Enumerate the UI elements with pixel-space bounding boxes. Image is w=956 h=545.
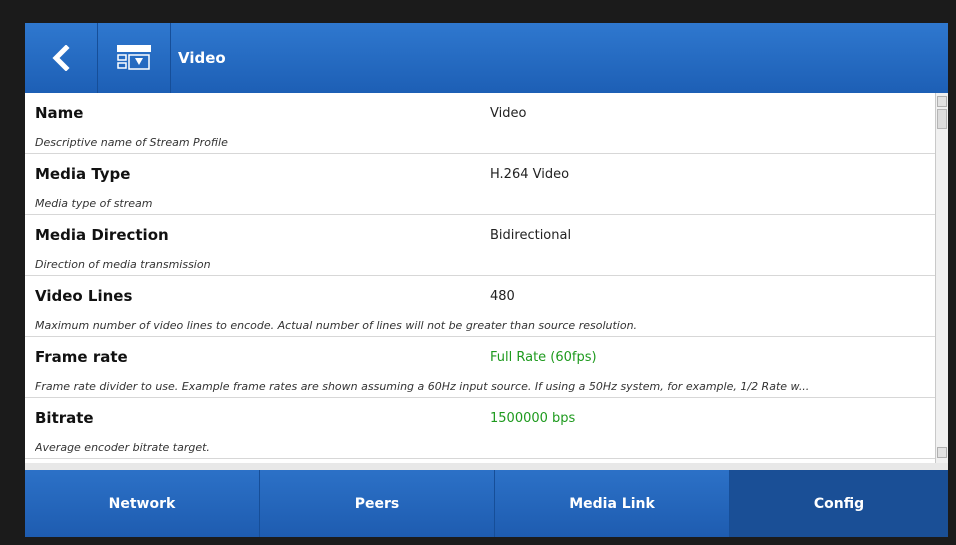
setting-label: Bitrate — [35, 409, 94, 427]
setting-description: Maximum number of video lines to encode.… — [35, 319, 638, 332]
scroll-down-button[interactable] — [937, 447, 947, 458]
window-frame-right — [948, 23, 956, 537]
setting-row-bitrate[interactable]: Bitrate 1500000 bps Average encoder bitr… — [25, 398, 935, 459]
stream-profile-icon — [117, 45, 151, 70]
nav-network-button[interactable]: Network — [25, 470, 260, 537]
back-button[interactable] — [25, 23, 97, 93]
setting-value[interactable]: Bidirectional — [490, 228, 571, 243]
setting-row-media-type[interactable]: Media Type H.264 Video Media type of str… — [25, 154, 935, 215]
header-separator — [170, 23, 171, 93]
setting-label: Media Type — [35, 165, 131, 183]
window-frame-bottom — [0, 537, 956, 545]
setting-label: Name — [35, 104, 84, 122]
setting-row-video-lines[interactable]: Video Lines 480 Maximum number of video … — [25, 276, 935, 337]
window-frame-left — [0, 23, 25, 537]
scroll-thumb[interactable] — [937, 109, 947, 129]
setting-value[interactable]: H.264 Video — [490, 167, 569, 182]
setting-label: Media Direction — [35, 226, 169, 244]
setting-value[interactable]: Video — [490, 106, 526, 121]
nav-media-link-button[interactable]: Media Link — [495, 470, 730, 537]
setting-label: Video Lines — [35, 287, 133, 305]
nav-config-button[interactable]: Config — [730, 470, 948, 537]
header-bar: Video — [25, 23, 948, 93]
nav-peers-button[interactable]: Peers — [260, 470, 495, 537]
setting-description: Direction of media transmission — [35, 258, 211, 271]
content-divider — [25, 463, 948, 470]
setting-value[interactable]: 480 — [490, 289, 515, 304]
setting-description: Average encoder bitrate target. — [35, 441, 210, 454]
setting-row-media-direction[interactable]: Media Direction Bidirectional Direction … — [25, 215, 935, 276]
setting-description: Frame rate divider to use. Example frame… — [35, 380, 810, 393]
scroll-up-button[interactable] — [937, 96, 947, 107]
setting-row-frame-rate[interactable]: Frame rate Full Rate (60fps) Frame rate … — [25, 337, 935, 398]
setting-label: Frame rate — [35, 348, 128, 366]
setting-description: Descriptive name of Stream Profile — [35, 136, 228, 149]
vertical-scrollbar[interactable] — [935, 93, 948, 463]
settings-list: Name Video Descriptive name of Stream Pr… — [25, 93, 948, 463]
setting-description: Media type of stream — [35, 197, 153, 210]
setting-row-name[interactable]: Name Video Descriptive name of Stream Pr… — [25, 93, 935, 154]
setting-value[interactable]: Full Rate (60fps) — [490, 350, 597, 365]
setting-value[interactable]: 1500000 bps — [490, 411, 575, 426]
page-title: Video — [178, 49, 226, 67]
bottom-nav: Network Peers Media Link Config — [25, 470, 948, 537]
chevron-left-icon — [52, 45, 70, 71]
header-separator — [97, 23, 98, 93]
window-frame-top — [0, 0, 956, 23]
